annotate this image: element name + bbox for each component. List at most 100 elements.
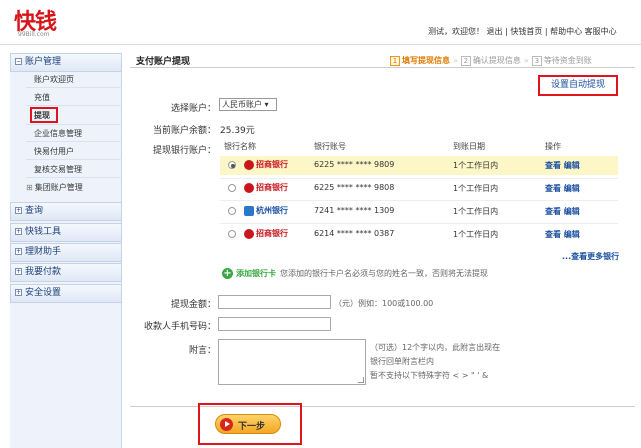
bank-logo: 招商银行 [244,159,288,170]
step-number: 2 [460,56,471,66]
sidebar-item-welcome[interactable]: 账户欢迎页 [34,74,74,85]
page-title: 支付账户提现 [136,57,191,67]
divider [26,159,122,160]
step-indicator: 1 填写提现信息» 2 确认提现信息» 3 等待资金到账 [390,55,592,66]
table-header-arrival: 到账日期 [453,142,485,151]
select-account-label: 选择账户： [170,104,216,114]
amount-label: 提现金额： [170,300,216,310]
expand-icon: + [15,289,22,296]
view-link[interactable]: 查看 [545,230,561,239]
balance-label: 当前账户余额： [152,126,216,136]
expand-icon: ⊞ [26,183,33,192]
phone-label: 收款人手机号码： [143,322,216,332]
divider [26,87,122,88]
sidebar-section-security[interactable]: + 安全设置 [10,284,122,303]
bank-account-label: 提现银行账户： [152,146,216,156]
play-icon [220,418,233,431]
bank-logo: 招商银行 [244,228,288,239]
remark-hint-3: 暂不支持以下特殊字符 < > " ' & [370,371,489,380]
view-link[interactable]: 查看 [545,184,561,193]
sidebar-section-label: 查询 [25,206,44,216]
remark-hint-2: 银行回单附言栏内 [370,357,434,366]
divider [26,124,122,125]
sidebar-section-tools[interactable]: + 快钱工具 [10,223,122,242]
divider [26,141,122,142]
sidebar-item-label: 集团账户管理 [34,183,83,192]
table-row[interactable]: 招商银行 6225 **** **** 9809 1个工作日内 查看 编辑 [220,156,618,175]
collapse-icon: − [15,58,22,65]
radio-button[interactable] [228,161,236,169]
sidebar-item-recharge[interactable]: 充值 [34,92,50,103]
bank-name: 招商银行 [256,160,288,169]
edit-link[interactable]: 编辑 [564,230,580,239]
top-links[interactable]: 测试，欢迎您！ 退出 | 快钱首页 | 帮助中心 客服中心 [428,26,617,37]
arrival-date: 1个工作日内 [453,207,499,216]
add-bank-note: 您添加的银行卡户名必须与您的姓名一致，否则将无法提现 [280,269,488,278]
radio-button[interactable] [228,230,236,238]
sidebar-item-review[interactable]: 复核交易管理 [34,164,82,175]
divider [26,105,122,106]
logo[interactable]: 快钱 99Bill.com [14,4,78,40]
sidebar-item-kuaiyifu[interactable]: 快易付用户 [34,146,74,157]
step-label: 等待资金到账 [543,56,592,65]
arrival-date: 1个工作日内 [453,161,499,170]
plus-icon[interactable]: + [222,268,233,279]
sidebar-section-label: 理财助手 [25,247,62,257]
account-number: 6225 **** **** 9809 [314,160,395,169]
sidebar-section-account[interactable]: − 账户管理 [10,53,122,72]
radio-button[interactable] [228,184,236,192]
expand-icon: + [15,268,22,275]
step-number: 3 [531,56,542,66]
more-banks-link[interactable]: ...查看更多银行 [562,251,619,262]
step-arrow-icon: » [453,56,458,65]
sidebar-section-finance[interactable]: + 理财助手 [10,243,122,262]
view-link[interactable]: 查看 [545,161,561,170]
highlight-withdraw [30,107,58,123]
divider [220,200,618,201]
expand-icon: + [15,228,22,235]
sidebar: − 账户管理 账户欢迎页 充值 提现 企业信息管理 快易付用户 复核交易管理 ⊞ 集… [10,53,122,448]
arrival-date: 1个工作日内 [453,230,499,239]
title-divider [130,67,635,68]
add-bank-link[interactable]: 添加银行卡 [236,269,276,278]
balance-value: 25.39元 [220,126,255,136]
table-row[interactable]: 招商银行 6225 **** **** 9808 1个工作日内 查看 编辑 [220,179,618,198]
account-select[interactable]: 人民币账户 ▾ [219,98,277,111]
next-step-button[interactable]: 下一步 [215,414,281,434]
sidebar-item-company-info[interactable]: 企业信息管理 [34,128,82,139]
phone-input[interactable] [218,317,331,331]
account-number: 6214 **** **** 0387 [314,229,395,238]
table-header-bank: 银行名称 [224,142,256,151]
chevron-down-icon: ▾ [264,100,269,109]
expand-icon: + [15,207,22,214]
bank-name: 招商银行 [256,183,288,192]
sidebar-section-label: 快钱工具 [25,227,62,237]
step-number: 1 [390,56,400,66]
radio-button[interactable] [228,207,236,215]
table-row[interactable]: 杭州银行 7241 **** **** 1309 1个工作日内 查看 编辑 [220,202,618,221]
sidebar-item-group[interactable]: ⊞ 集团账户管理 [26,182,83,193]
header-divider [0,44,641,45]
divider [220,223,618,224]
step-label-active: 填写提现信息 [402,56,450,65]
edit-link[interactable]: 编辑 [564,161,580,170]
table-row[interactable]: 招商银行 6214 **** **** 0387 1个工作日内 查看 编辑 [220,225,618,244]
table-header-actions: 操作 [545,142,561,151]
sidebar-section-pay[interactable]: + 我要付款 [10,263,122,282]
view-link[interactable]: 查看 [545,207,561,216]
edit-link[interactable]: 编辑 [564,184,580,193]
hzbank-icon [244,205,254,216]
resize-grip-icon[interactable] [358,377,364,383]
step-label: 确认提现信息 [472,56,521,65]
cmb-icon [244,228,254,239]
bank-name: 招商银行 [256,229,288,238]
amount-input[interactable] [218,295,331,309]
edit-link[interactable]: 编辑 [564,207,580,216]
remark-textarea[interactable] [218,339,366,385]
cmb-icon [244,182,254,193]
account-number: 7241 **** **** 1309 [314,206,395,215]
bank-name: 杭州银行 [256,206,288,215]
sidebar-section-query[interactable]: + 查询 [10,202,122,221]
table-header-account: 银行账号 [314,142,346,151]
auto-withdraw-button[interactable]: 设置自动提现 [538,75,618,96]
